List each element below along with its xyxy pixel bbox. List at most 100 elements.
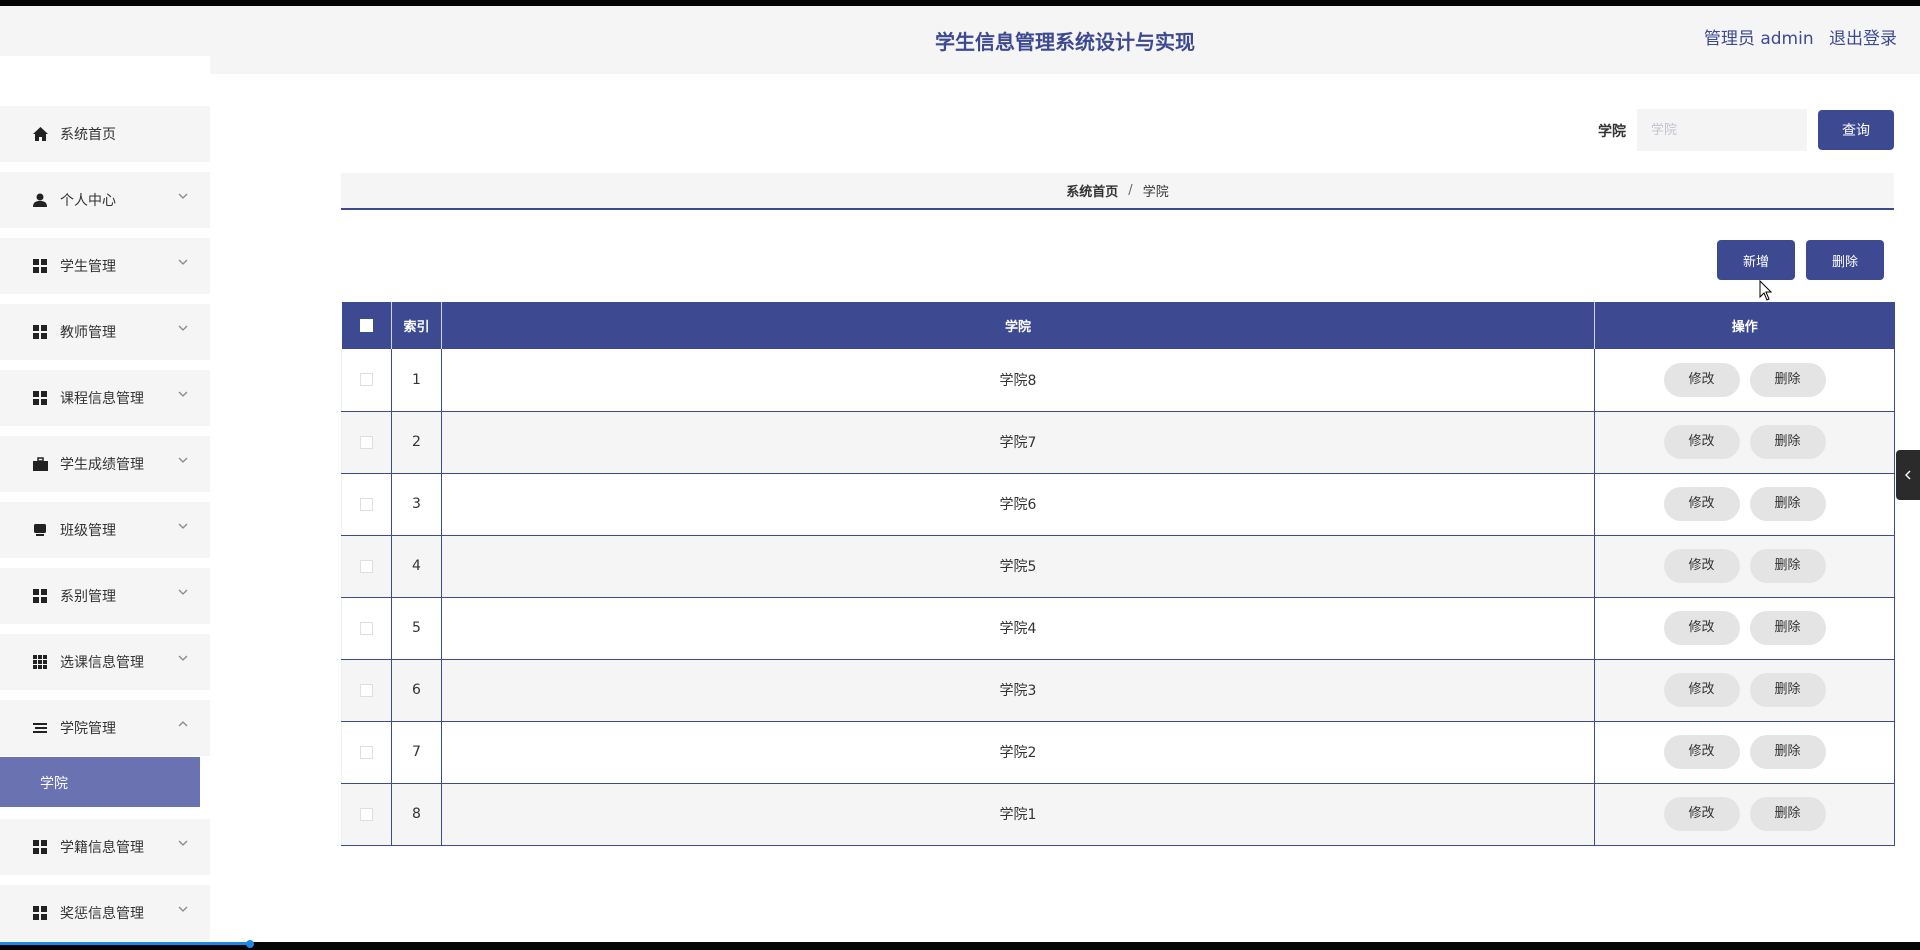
delete-button[interactable]: 删除 [1749, 487, 1826, 521]
collapse-panel-button[interactable] [1896, 450, 1920, 500]
row-actions: 修改 删除 [1594, 349, 1895, 412]
sidebar-item-label: 学院管理 [60, 721, 116, 737]
row-actions: 修改 删除 [1594, 411, 1895, 474]
sidebar-logo-area [0, 6, 210, 56]
sidebar-item-student-management[interactable]: 学生管理 [0, 238, 210, 294]
row-actions: 修改 删除 [1594, 597, 1895, 660]
apps-icon [32, 654, 48, 670]
row-checkbox[interactable] [360, 435, 373, 449]
edit-button[interactable]: 修改 [1663, 735, 1740, 769]
row-index: 4 [391, 535, 442, 598]
sidebar-item-label: 选课信息管理 [60, 655, 144, 671]
row-checkbox[interactable] [360, 373, 373, 387]
sidebar-item-home[interactable]: 系统首页 [0, 106, 210, 162]
row-checkbox[interactable] [360, 621, 373, 635]
table-row: 2 学院7 修改 删除 [341, 411, 1895, 474]
delete-button[interactable]: 删除 [1749, 611, 1826, 645]
row-checkbox[interactable] [360, 497, 373, 511]
row-checkbox[interactable] [360, 683, 373, 697]
row-actions: 修改 删除 [1594, 659, 1895, 722]
chevron-down-icon [176, 255, 190, 269]
delete-button[interactable]: 删除 [1749, 735, 1826, 769]
table-row: 5 学院4 修改 删除 [341, 597, 1895, 660]
delete-button[interactable]: 删除 [1749, 425, 1826, 459]
edit-button[interactable]: 修改 [1663, 611, 1740, 645]
table-header-row: 索引 学院 操作 [341, 302, 1895, 349]
row-select-cell [341, 349, 392, 412]
video-progress-handle[interactable] [246, 940, 254, 948]
chevron-left-icon [1905, 470, 1911, 480]
sidebar-item-label: 个人中心 [60, 193, 116, 209]
edit-button[interactable]: 修改 [1663, 673, 1740, 707]
sidebar-item-department-management[interactable]: 系别管理 [0, 568, 210, 624]
row-index: 1 [391, 349, 442, 412]
grid-icon [32, 324, 48, 340]
sidebar-item-enrollment-management[interactable]: 学籍信息管理 [0, 819, 210, 875]
logout-link[interactable]: 退出登录 [1829, 29, 1897, 49]
row-checkbox[interactable] [360, 807, 373, 821]
grid-icon [32, 588, 48, 604]
sidebar-item-grade-management[interactable]: 学生成绩管理 [0, 436, 210, 492]
row-college-name: 学院6 [441, 473, 1595, 536]
sidebar-item-personal-center[interactable]: 个人中心 [0, 172, 210, 228]
window-bottom-bar [0, 942, 1920, 950]
delete-button[interactable]: 删除 [1749, 549, 1826, 583]
college-table: 索引 学院 操作 1 学院8 修改 删除 2 学院7 修改 删除 3 学院6 修改删… [341, 302, 1895, 846]
table-row: 6 学院3 修改 删除 [341, 659, 1895, 722]
table-row: 1 学院8 修改 删除 [341, 349, 1895, 412]
sidebar-subitem-label: 学院 [40, 776, 68, 792]
sidebar-item-label: 系统首页 [60, 127, 116, 143]
breadcrumb-separator: / [1128, 183, 1133, 198]
row-index: 8 [391, 783, 442, 846]
row-index: 7 [391, 721, 442, 784]
select-all-checkbox[interactable] [359, 319, 373, 332]
add-button[interactable]: 新增 [1717, 240, 1795, 280]
edit-button[interactable]: 修改 [1663, 549, 1740, 583]
sidebar-item-course-management[interactable]: 课程信息管理 [0, 370, 210, 426]
column-header-actions: 操作 [1594, 302, 1895, 349]
row-actions: 修改 删除 [1594, 535, 1895, 598]
row-college-name: 学院2 [441, 721, 1595, 784]
sidebar-item-teacher-management[interactable]: 教师管理 [0, 304, 210, 360]
breadcrumb: 系统首页 / 学院 [341, 173, 1894, 210]
chevron-down-icon [176, 836, 190, 850]
row-select-cell [341, 535, 392, 598]
current-user-label: 管理员 admin [1703, 29, 1814, 49]
edit-button[interactable]: 修改 [1663, 797, 1740, 831]
college-search-input[interactable] [1637, 109, 1807, 151]
sidebar-item-course-selection[interactable]: 选课信息管理 [0, 634, 210, 690]
grid-icon [32, 390, 48, 406]
sidebar-subitem-college[interactable]: 学院 [0, 757, 200, 807]
sidebar-item-college-management[interactable]: 学院管理 [0, 700, 210, 756]
sidebar-item-class-management[interactable]: 班级管理 [0, 502, 210, 558]
row-college-name: 学院5 [441, 535, 1595, 598]
chevron-up-icon [176, 717, 190, 731]
row-checkbox[interactable] [360, 559, 373, 573]
row-checkbox[interactable] [360, 745, 373, 759]
grid-icon [32, 258, 48, 274]
video-progress-bar [0, 942, 252, 945]
search-label: 学院 [1598, 124, 1626, 140]
chevron-down-icon [176, 902, 190, 916]
breadcrumb-home[interactable]: 系统首页 [1066, 181, 1118, 200]
row-college-name: 学院7 [441, 411, 1595, 474]
row-actions: 修改 删除 [1594, 473, 1895, 536]
edit-button[interactable]: 修改 [1663, 425, 1740, 459]
edit-button[interactable]: 修改 [1663, 362, 1740, 397]
chevron-down-icon [176, 519, 190, 533]
search-button[interactable]: 查询 [1818, 110, 1894, 150]
delete-button[interactable]: 删除 [1749, 673, 1826, 707]
edit-button[interactable]: 修改 [1663, 487, 1740, 521]
batch-delete-button[interactable]: 删除 [1806, 240, 1884, 280]
sidebar-item-label: 教师管理 [60, 325, 116, 341]
sidebar-item-label: 班级管理 [60, 523, 116, 539]
row-select-cell [341, 783, 392, 846]
chevron-down-icon [176, 453, 190, 467]
mouse-cursor-icon [1759, 280, 1773, 301]
delete-button[interactable]: 删除 [1749, 362, 1826, 397]
sidebar-item-reward-punishment[interactable]: 奖惩信息管理 [0, 885, 210, 941]
delete-button[interactable]: 删除 [1749, 797, 1826, 831]
header-user-area: 管理员 admin 退出登录 [1704, 24, 1897, 49]
chevron-down-icon [176, 651, 190, 665]
user-icon [32, 192, 48, 208]
